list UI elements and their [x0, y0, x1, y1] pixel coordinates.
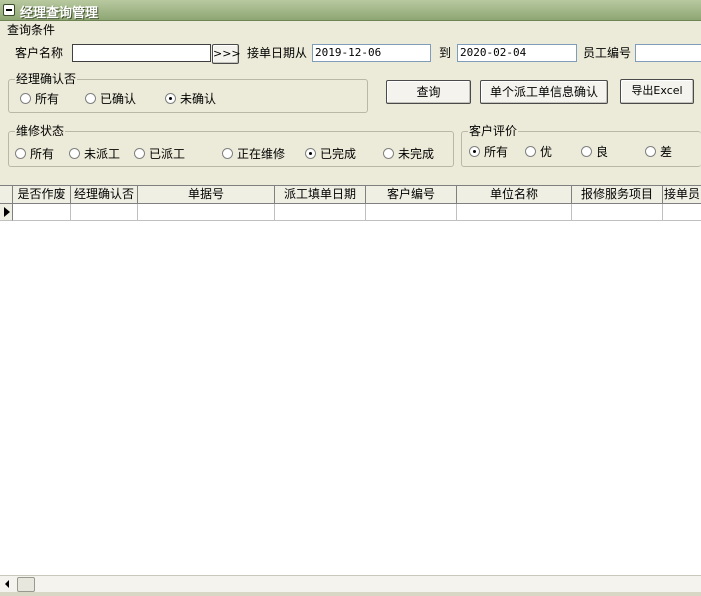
- grid-header-corner: [0, 186, 13, 204]
- customer-rating-title: 客户评价: [468, 123, 519, 139]
- dispatch-grid[interactable]: 是否作废 经理确认否 单据号 派工填单日期 客户编号 单位名称 报修服务项目 接…: [0, 185, 701, 575]
- customer-rating-option-all[interactable]: 所有: [469, 143, 508, 159]
- radio-selected-icon: [305, 147, 316, 159]
- customer-rating-option-good[interactable]: 良: [581, 143, 608, 159]
- window-menu-icon[interactable]: [3, 4, 15, 16]
- customer-rating-option-poor[interactable]: 差: [645, 143, 672, 159]
- grid-header: 是否作废 经理确认否 单据号 派工填单日期 客户编号 单位名称 报修服务项目 接…: [0, 186, 701, 204]
- repair-status-option-not-dispatched[interactable]: 未派工: [69, 145, 120, 161]
- repair-status-option-all[interactable]: 所有: [15, 145, 54, 161]
- column-header-customer-no[interactable]: 客户编号: [366, 186, 457, 204]
- repair-status-option-not-completed[interactable]: 未完成: [383, 145, 434, 161]
- repair-status-option-completed[interactable]: 已完成: [305, 145, 356, 161]
- repair-status-title: 维修状态: [15, 123, 66, 139]
- option-label: 正在维修: [237, 146, 286, 161]
- customer-rating-option-excellent[interactable]: 优: [525, 143, 552, 159]
- table-cell[interactable]: [663, 204, 701, 221]
- manager-confirm-title: 经理确认否: [15, 71, 78, 87]
- radio-icon: [15, 147, 26, 159]
- radio-icon: [581, 145, 592, 157]
- column-header-company-name[interactable]: 单位名称: [457, 186, 572, 204]
- radio-icon: [525, 145, 536, 157]
- date-to-input[interactable]: 2020-02-04: [457, 44, 577, 62]
- table-cell[interactable]: [275, 204, 366, 221]
- row-indicator-icon: [0, 204, 13, 221]
- table-cell[interactable]: [13, 204, 71, 221]
- date-from-label: 接单日期从: [247, 46, 308, 60]
- option-label: 未派工: [84, 146, 121, 161]
- grid-horizontal-scrollbar[interactable]: [0, 575, 701, 592]
- scroll-left-icon[interactable]: [5, 580, 9, 588]
- customer-browse-button[interactable]: >>>: [212, 44, 241, 64]
- radio-icon: [20, 92, 31, 104]
- table-cell[interactable]: [71, 204, 138, 221]
- repair-status-option-in-repair[interactable]: 正在维修: [222, 145, 285, 161]
- scroll-thumb[interactable]: [17, 577, 35, 592]
- window-titlebar: 经理查询管理: [0, 0, 701, 21]
- column-header-service-item[interactable]: 报修服务项目: [572, 186, 663, 204]
- column-header-dispatch-date[interactable]: 派工填单日期: [275, 186, 366, 204]
- employee-no-input[interactable]: [635, 44, 701, 62]
- option-label: 未完成: [398, 146, 435, 161]
- column-header-receiver[interactable]: 接单员: [663, 186, 701, 204]
- date-from-input[interactable]: 2019-12-06: [312, 44, 431, 62]
- option-label: 所有: [484, 144, 509, 159]
- radio-icon: [85, 92, 96, 104]
- option-label: 优: [540, 144, 553, 159]
- radio-selected-icon: [165, 92, 176, 104]
- radio-icon: [383, 147, 394, 159]
- column-header-doc-no[interactable]: 单据号: [138, 186, 275, 204]
- manager-confirm-option-unconfirmed[interactable]: 未确认: [165, 90, 216, 106]
- column-header-voided[interactable]: 是否作废: [13, 186, 71, 204]
- manager-confirm-option-all[interactable]: 所有: [20, 90, 59, 106]
- radio-icon: [69, 147, 80, 159]
- window-title: 经理查询管理: [20, 6, 99, 21]
- query-section-label: 查询条件: [7, 23, 56, 37]
- table-cell[interactable]: [138, 204, 275, 221]
- option-label: 所有: [30, 146, 55, 161]
- column-header-manager-confirmed[interactable]: 经理确认否: [71, 186, 138, 204]
- table-cell[interactable]: [572, 204, 663, 221]
- radio-icon: [222, 147, 233, 159]
- radio-selected-icon: [469, 145, 480, 157]
- option-label: 良: [596, 144, 609, 159]
- option-label: 差: [660, 144, 673, 159]
- manager-confirm-option-confirmed[interactable]: 已确认: [85, 90, 136, 106]
- confirm-single-dispatch-button[interactable]: 单个派工单信息确认: [480, 80, 608, 104]
- option-label: 已完成: [320, 146, 357, 161]
- radio-icon: [134, 147, 145, 159]
- export-excel-button[interactable]: 导出Excel: [620, 79, 694, 104]
- date-to-label: 到: [439, 46, 452, 60]
- customer-name-label: 客户名称: [15, 46, 64, 60]
- bottom-edge: [0, 592, 701, 596]
- customer-name-input[interactable]: [72, 44, 211, 62]
- option-label: 未确认: [180, 91, 217, 106]
- table-row[interactable]: [0, 204, 701, 221]
- query-button[interactable]: 查询: [386, 80, 471, 104]
- option-label: 已派工: [149, 146, 186, 161]
- table-cell[interactable]: [457, 204, 572, 221]
- option-label: 已确认: [100, 91, 137, 106]
- repair-status-option-dispatched[interactable]: 已派工: [134, 145, 185, 161]
- option-label: 所有: [35, 91, 60, 106]
- employee-no-label: 员工编号: [583, 46, 632, 60]
- table-cell[interactable]: [366, 204, 457, 221]
- radio-icon: [645, 145, 656, 157]
